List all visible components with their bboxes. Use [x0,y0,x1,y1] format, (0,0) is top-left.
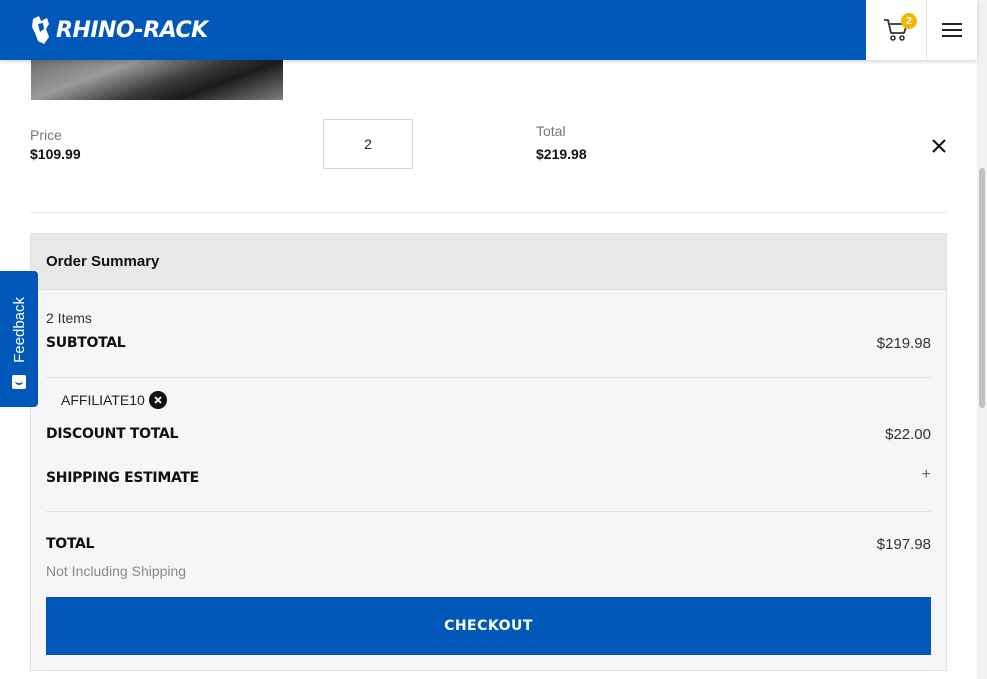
divider [46,511,931,512]
product-image[interactable] [31,60,283,100]
brand-name: RHINO-RACK [56,17,208,43]
brand-logo[interactable]: RHINO-RACK [30,14,208,46]
close-icon [932,139,946,153]
remove-coupon-button[interactable] [148,391,167,409]
order-summary-title: Order Summary [31,234,946,290]
discount-total-label: DISCOUNT TOTAL [46,426,179,442]
shipping-note: Not Including Shipping [46,563,187,579]
cart-button[interactable]: 2 [866,0,927,60]
scrollbar-thumb[interactable] [979,168,985,408]
divider [46,377,931,378]
checkout-button[interactable]: CHECKOUT [46,597,931,655]
divider [30,212,947,213]
feedback-icon [12,375,26,389]
line-total-label: Total [536,123,566,139]
menu-button[interactable] [927,0,977,60]
coupon-code: AFFILIATE10 [61,392,145,408]
line-total-value: $219.98 [536,146,587,162]
quantity-input[interactable] [323,119,413,169]
shipping-estimate-label[interactable]: SHIPPING ESTIMATE [46,470,199,486]
order-total-value: $197.98 [876,536,931,553]
discount-total-value: $22.00 [885,426,931,443]
cart-count-badge: 2 [901,13,917,29]
feedback-tab[interactable]: Feedback [0,271,38,407]
items-count: 2 Items [46,310,92,326]
rhino-logo-icon [32,16,49,44]
price-label: Price [30,127,62,143]
subtotal-label: SUBTOTAL [46,335,126,351]
order-summary: Order Summary 2 Items SUBTOTAL $219.98 A… [30,233,947,671]
page-scrollbar[interactable] [977,0,987,679]
applied-coupon: AFFILIATE10 [61,391,167,409]
feedback-label: Feedback [10,297,28,363]
expand-shipping-icon[interactable]: + [922,466,931,484]
subtotal-value: $219.98 [876,335,931,352]
hamburger-menu-icon [942,23,962,37]
order-total-label: TOTAL [46,536,95,552]
close-icon [154,396,162,404]
price-value: $109.99 [30,146,81,162]
site-header: RHINO-RACK 2 [0,0,977,60]
remove-item-button[interactable] [928,135,950,157]
